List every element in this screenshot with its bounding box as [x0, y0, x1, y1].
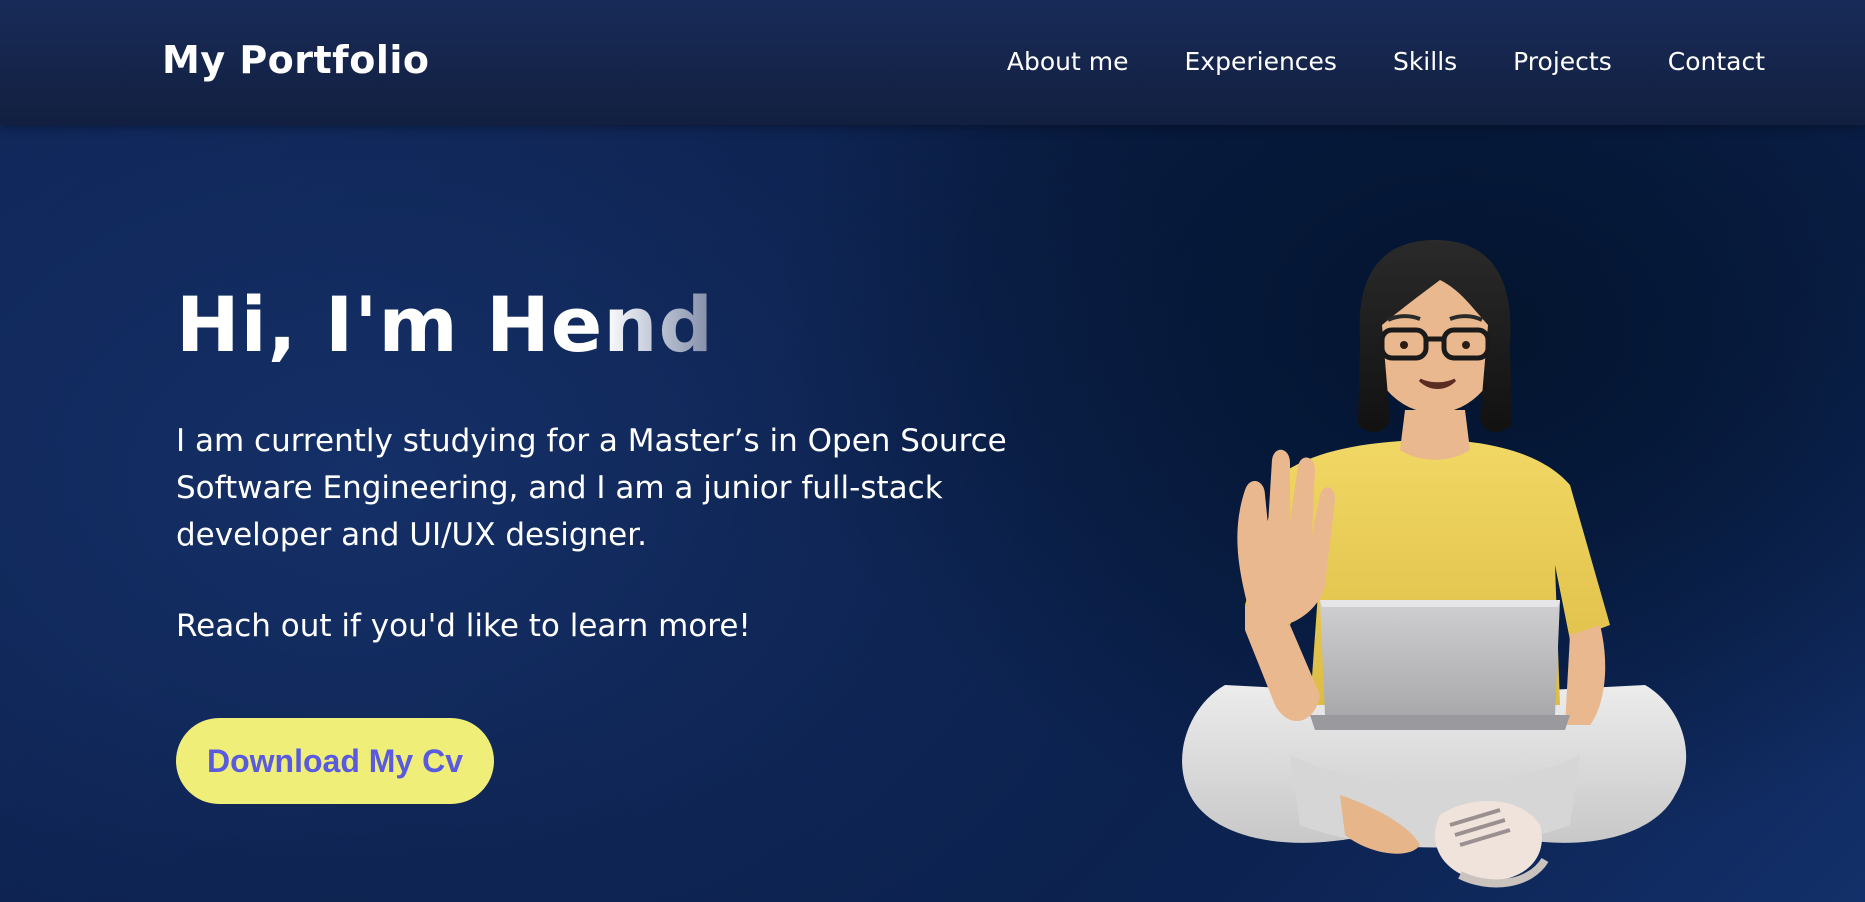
navbar: My Portfolio About me Experiences Skills…	[0, 0, 1865, 125]
nav-link-contact[interactable]: Contact	[1668, 47, 1765, 76]
hero-greeting: Hi, I'm Hend	[176, 280, 1076, 370]
hero-cta-text: Reach out if you'd like to learn more!	[176, 608, 751, 644]
nav-link-experiences[interactable]: Experiences	[1185, 47, 1337, 76]
nav-link-about-me[interactable]: About me	[1007, 47, 1129, 76]
hero-intro-text: I am currently studying for a Master’s i…	[176, 423, 1007, 553]
nav-links: About me Experiences Skills Projects Con…	[1007, 47, 1765, 76]
site-logo[interactable]: My Portfolio	[162, 38, 429, 82]
greeting-fade: nd	[603, 280, 714, 369]
hero-section: Hi, I'm Hend I am currently studying for…	[176, 280, 1076, 650]
download-cv-button[interactable]: Download My Cv	[176, 718, 494, 804]
girl-with-laptop-waving-illustration	[1170, 235, 1700, 895]
nav-link-skills[interactable]: Skills	[1393, 47, 1457, 76]
nav-link-projects[interactable]: Projects	[1513, 47, 1612, 76]
greeting-main: Hi, I'm He	[176, 280, 604, 369]
